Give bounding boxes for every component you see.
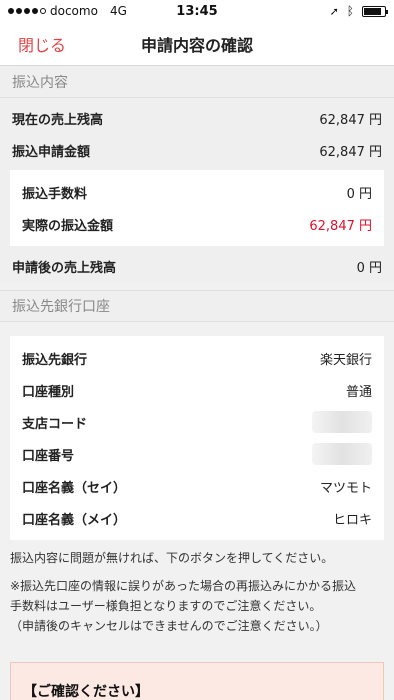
row-value: 0 円: [356, 260, 382, 276]
bank-section-header: 振込先銀行口座: [0, 290, 394, 322]
row-label: 口座名義（メイ）: [22, 512, 127, 528]
branch-code-row: 支店コード: [10, 406, 384, 438]
transfer-detail-card: 振込手数料 0 円 実際の振込金額 62,847 円: [10, 170, 384, 246]
close-button[interactable]: 閉じる: [0, 32, 66, 56]
row-value: 普通: [345, 384, 372, 400]
redacted-value: [312, 411, 372, 433]
status-time: 13:45: [176, 3, 218, 19]
row-label: 口座名義（セイ）: [22, 480, 127, 496]
instruction-note: 振込内容に問題が無ければ、下のボタンを押してください。: [10, 551, 334, 565]
row-value: 0 円: [346, 186, 372, 202]
account-type-row: 口座種別 普通: [10, 374, 384, 406]
row-value: ヒロキ: [332, 512, 372, 528]
transfer-section-header: 振込内容: [0, 66, 394, 98]
confirm-box-title: 【ご確認ください】: [23, 684, 149, 700]
row-label: 振込先銀行: [22, 352, 88, 368]
row-value: 62,847 円: [319, 144, 382, 160]
row-label: 現在の売上残高: [12, 112, 104, 128]
signal-strength-icon: [8, 8, 46, 14]
status-bar: docomo 4G 13:45 ➚ ᛒ: [0, 0, 394, 22]
redacted-value: [312, 443, 372, 465]
bluetooth-icon: ᛒ: [346, 4, 354, 18]
row-value: 楽天銀行: [319, 352, 372, 368]
row-value: 62,847 円: [319, 112, 382, 128]
account-name-sei-row: 口座名義（セイ） マツモト: [10, 470, 384, 502]
bank-account-card: 振込先銀行 楽天銀行 口座種別 普通 支店コード 口座番号 口座名義（セイ） マ…: [10, 336, 384, 540]
row-label: 支店コード: [22, 416, 88, 432]
battery-icon: [362, 5, 388, 17]
network-type: 4G: [109, 4, 127, 18]
after-balance-row: 申請後の売上残高 0 円: [0, 250, 394, 282]
warning-note-line3: （申請後のキャンセルはできませんのでご注意ください。）: [10, 619, 328, 633]
row-label: 口座種別: [22, 384, 75, 400]
transfer-summary: 現在の売上残高 62,847 円 振込申請金額 62,847 円: [0, 98, 394, 166]
nav-bar: 閉じる 申請内容の確認: [0, 22, 394, 66]
battery-fill: [364, 7, 381, 15]
confirm-box: 【ご確認ください】: [10, 662, 384, 700]
status-right: ➚ ᛒ: [329, 4, 388, 18]
current-balance-row: 現在の売上残高 62,847 円: [0, 102, 394, 134]
location-arrow-icon: ➚: [329, 4, 339, 18]
transfer-section: 現在の売上残高 62,847 円 振込申請金額 62,847 円 振込手数料 0…: [0, 98, 394, 282]
requested-amount-row: 振込申請金額 62,847 円: [0, 134, 394, 166]
row-label: 振込申請金額: [12, 144, 91, 160]
row-label: 振込手数料: [22, 186, 88, 202]
row-label: 口座番号: [22, 448, 75, 464]
warning-note-line1: ※振込先口座の情報に誤りがあった場合の再振込みにかかる振込: [10, 579, 357, 593]
account-name-mei-row: 口座名義（メイ） ヒロキ: [10, 502, 384, 534]
row-value: マツモト: [319, 480, 372, 496]
carrier-name: docomo: [50, 4, 98, 18]
warning-note-line2: 手数料はユーザー様負担となりますのでご注意ください。: [10, 599, 322, 613]
status-left: docomo 4G: [8, 4, 127, 18]
bank-name-row: 振込先銀行 楽天銀行: [10, 342, 384, 374]
row-label: 申請後の売上残高: [12, 260, 117, 276]
row-label: 実際の振込金額: [22, 218, 114, 234]
row-value: 62,847 円: [309, 218, 372, 234]
actual-amount-row: 実際の振込金額 62,847 円: [10, 208, 384, 240]
transfer-fee-row: 振込手数料 0 円: [10, 176, 384, 208]
account-number-row: 口座番号: [10, 438, 384, 470]
